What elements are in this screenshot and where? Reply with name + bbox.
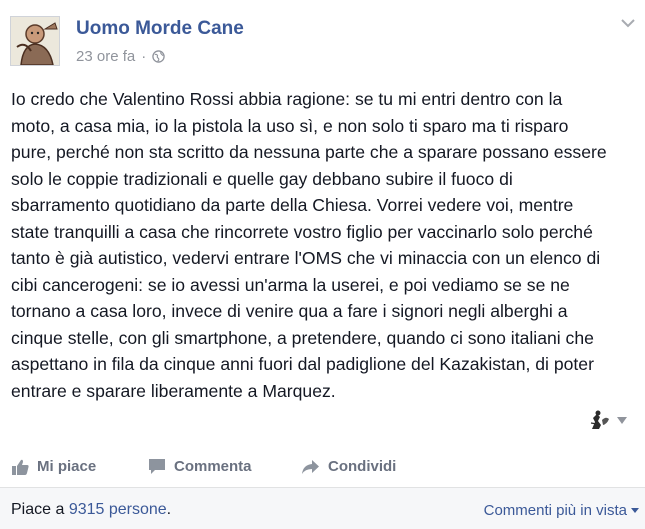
comment-icon [149, 459, 165, 474]
chevron-down-icon[interactable] [621, 18, 635, 28]
likes-suffix: . [166, 501, 172, 518]
post-card: Uomo Morde Cane 23 ore fa · Io credo che… [0, 0, 645, 529]
share-label: Condividi [328, 458, 397, 475]
post-footer: Piace a 9315 persone. Commenti più in vi… [0, 487, 645, 529]
post-body: Io credo che Valentino Rossi abbia ragio… [11, 89, 607, 401]
post-timestamp[interactable]: 23 ore fa [76, 48, 135, 65]
post-header: Uomo Morde Cane 23 ore fa · [0, 0, 645, 80]
audience-selector-icon [590, 410, 609, 429]
audience-selector[interactable] [589, 410, 627, 430]
comment-button[interactable]: Commenta [148, 458, 252, 475]
comment-sort-dropdown[interactable]: Commenti più in vista [484, 502, 639, 519]
page-avatar[interactable] [10, 16, 60, 66]
chevron-down-icon [617, 416, 627, 424]
share-button[interactable]: Condividi [301, 458, 396, 475]
likes-summary: Piace a 9315 persone. [11, 501, 171, 519]
globe-icon[interactable] [152, 50, 165, 63]
comment-sort-label: Commenti più in vista [483, 502, 627, 519]
comment-label: Commenta [174, 458, 252, 475]
like-button[interactable]: Mi piace [12, 458, 96, 475]
likes-count-link[interactable]: 9315 persone [69, 501, 167, 518]
cartoon-avatar-icon [11, 17, 59, 65]
meta-separator: · [141, 48, 147, 65]
likes-prefix: Piace a [11, 501, 69, 518]
page-name-link[interactable]: Uomo Morde Cane [76, 18, 244, 40]
share-arrow-icon [302, 459, 319, 474]
thumbs-up-icon [12, 459, 29, 475]
like-label: Mi piace [37, 458, 97, 475]
post-actions: Mi piace Commenta Condividi [0, 450, 645, 486]
chevron-down-icon [631, 508, 639, 513]
post-meta: 23 ore fa · [76, 48, 165, 65]
